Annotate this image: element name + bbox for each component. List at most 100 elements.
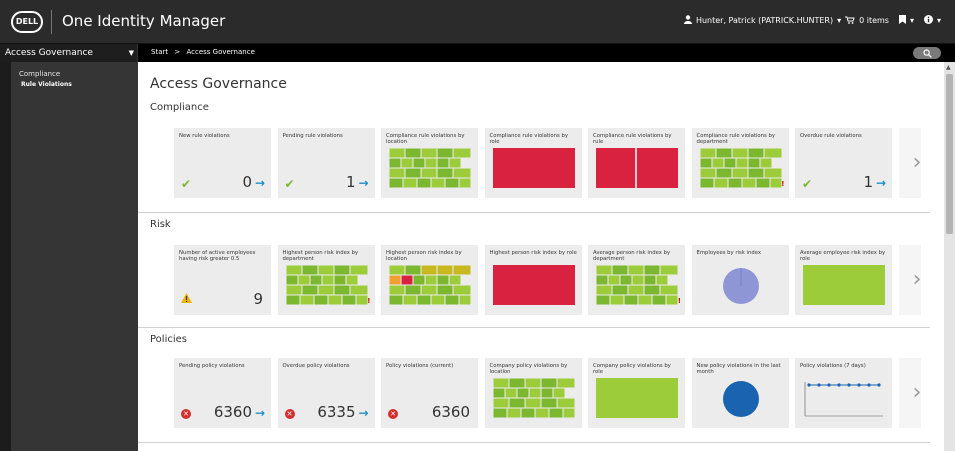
arrow-right-icon[interactable]: → <box>876 176 886 190</box>
treemap-cell <box>459 178 471 188</box>
treemap-cell <box>628 265 644 275</box>
treemap-cell <box>505 388 516 398</box>
treemap-cell <box>405 168 421 178</box>
treemap-cell <box>417 295 431 305</box>
dashboard-tile[interactable]: Compliance rule violations by role <box>484 128 582 198</box>
treemap-cell <box>712 158 723 168</box>
dashboard-tile[interactable]: Company policy violations by location <box>484 358 582 428</box>
treemap-cell <box>421 285 437 295</box>
treemap-chart <box>700 148 781 188</box>
dashboard-tile[interactable]: Number of active employees having risk g… <box>174 245 271 315</box>
tile-label: Overdue rule violations <box>800 133 862 139</box>
treemap-cell <box>493 398 508 408</box>
arrow-right-icon[interactable]: → <box>255 406 265 420</box>
bookmark-icon[interactable] <box>898 15 906 26</box>
tile-label: New policy violations in the last month <box>696 363 781 376</box>
dashboard-tile[interactable]: Overdue rule violations 1 → ✔ <box>795 128 892 198</box>
treemap-cell <box>318 285 333 295</box>
treemap-cell <box>389 265 405 275</box>
green-block <box>596 378 678 418</box>
arrow-right-icon[interactable]: → <box>358 176 368 190</box>
treemap-cell <box>535 408 548 418</box>
tile-label: Policy violations (current) <box>386 363 454 369</box>
dashboard-tile[interactable]: Compliance rule violations by department… <box>691 128 789 198</box>
bookmark-caret-icon[interactable]: ▾ <box>910 16 914 25</box>
dashboard-tile[interactable]: New rule violations 0 → ✔ <box>174 128 271 198</box>
dashboard-tile[interactable]: Policy violations (7 days) <box>795 358 892 428</box>
sidebar-item-rule-violations[interactable]: Rule Violations <box>21 81 72 88</box>
scrollbar-thumb[interactable] <box>946 74 953 234</box>
treemap-cell <box>644 285 660 295</box>
search-button[interactable] <box>913 47 941 59</box>
treemap-cell <box>453 148 471 158</box>
dashboard-tile[interactable]: Employees by risk index <box>691 245 789 315</box>
breadcrumb-start[interactable]: Start <box>151 48 168 56</box>
treemap-cell <box>350 285 367 295</box>
vertical-scrollbar[interactable]: ▲ <box>944 62 955 451</box>
treemap-cell <box>300 295 313 305</box>
user-menu-caret-icon[interactable]: ▾ <box>837 16 841 25</box>
treemap-cell <box>314 295 327 305</box>
dashboard-tile[interactable]: Pending policy violations 6360 → ✕ <box>174 358 271 428</box>
treemap-cell <box>529 388 540 398</box>
dashboard-tile[interactable]: New policy violations in the last month <box>691 358 789 428</box>
sidebar-item-compliance[interactable]: Compliance <box>19 70 60 78</box>
info-caret-icon[interactable]: ▾ <box>937 16 941 25</box>
treemap-cell <box>286 285 301 295</box>
treemap-cell <box>298 275 309 285</box>
module-selector[interactable]: Access Governance ▼ <box>0 44 138 62</box>
breadcrumb: Start > Access Governance <box>151 48 259 56</box>
risk-block-chart <box>596 148 678 188</box>
logo-divider <box>51 10 52 34</box>
treemap-cell <box>413 275 425 285</box>
tile-label: Employees by risk index <box>696 250 762 256</box>
tile-label: Highest person risk index by location <box>386 250 462 263</box>
arrow-right-icon[interactable]: → <box>255 176 265 190</box>
treemap-cell <box>557 398 574 408</box>
info-icon[interactable] <box>923 15 933 26</box>
treemap-cell <box>417 178 431 188</box>
main-content: Access Governance Compliance › Risk › Po… <box>138 62 944 451</box>
data-point <box>847 383 851 387</box>
green-block <box>803 265 885 305</box>
treemap-cell <box>356 295 367 305</box>
treemap-cell <box>553 388 564 398</box>
app-title: One Identity Manager <box>62 12 226 30</box>
risk-block <box>492 148 575 188</box>
section-divider <box>138 442 930 443</box>
dashboard-tile[interactable]: Overdue policy violations 6335 → ✕ <box>277 358 375 428</box>
treemap-cell <box>632 275 644 285</box>
dashboard-tile[interactable]: Company policy violations by role <box>588 358 685 428</box>
dashboard-tile[interactable]: Highest person risk index by department! <box>277 245 375 315</box>
treemap-chart <box>389 265 471 305</box>
treemap-cell <box>742 178 755 188</box>
cart-icon[interactable] <box>845 16 855 26</box>
user-menu[interactable]: Hunter, Patrick (PATRICK.HUNTER) <box>696 16 833 25</box>
tile-label: Pending rule violations <box>282 133 343 139</box>
treemap-cell <box>334 265 349 275</box>
dashboard-tile[interactable]: Average person risk index by department! <box>588 245 685 315</box>
treemap-cell <box>449 158 461 168</box>
treemap-cell <box>716 168 731 178</box>
dashboard-tile[interactable]: Highest person risk index by role <box>484 245 582 315</box>
dashboard-tile[interactable]: Compliance rule violations by location <box>381 128 478 198</box>
dashboard-tile[interactable]: Pending rule violations 1 → ✔ <box>277 128 375 198</box>
module-selector-label: Access Governance <box>5 48 93 58</box>
dashboard-tile[interactable]: Average employee risk index by role <box>795 245 892 315</box>
dashboard-tile[interactable]: Highest person risk index by location <box>381 245 478 315</box>
dashboard-tile[interactable]: Policy violations (current) 6360 ✕ <box>381 358 478 428</box>
treemap-cell <box>509 398 524 408</box>
tile-label: Compliance rule violations by role <box>489 133 568 146</box>
treemap-cell <box>389 275 401 285</box>
arrow-right-icon[interactable]: → <box>358 406 368 420</box>
data-point <box>857 383 861 387</box>
treemap-cell <box>610 295 624 305</box>
scroll-up-icon[interactable]: ▲ <box>946 64 951 71</box>
treemap-cell <box>302 285 317 295</box>
dashboard-tile[interactable]: Compliance rule violations by rule <box>588 128 685 198</box>
treemap-cell <box>405 265 421 275</box>
cart-count[interactable]: 0 items <box>859 16 889 25</box>
treemap-chart <box>389 148 471 188</box>
sidebar: Compliance Rule Violations <box>11 62 138 451</box>
tile-value: 6335 <box>317 403 356 421</box>
